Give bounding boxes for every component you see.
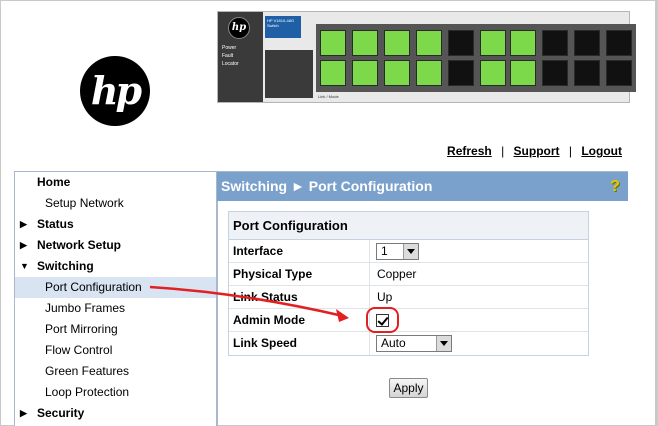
sidebar-item-switching[interactable]: ▼ Switching [15,256,216,277]
switch-controls [265,50,313,98]
sidebar-item-green-features[interactable]: Green Features [15,361,216,382]
interface-label: Interface [233,244,284,258]
expand-arrow-icon: ▶ [20,240,27,250]
sidebar-item-jumbo-frames[interactable]: Jumbo Frames [15,298,216,319]
sidebar-item-loop-protection[interactable]: Loop Protection [15,382,216,403]
logout-link[interactable]: Logout [581,144,622,158]
port [320,60,346,86]
sidebar-item-network-setup[interactable]: ▶ Network Setup [15,235,216,256]
support-link[interactable]: Support [514,144,560,158]
expand-arrow-icon: ▶ [20,219,27,229]
refresh-link[interactable]: Refresh [447,144,492,158]
port [416,30,442,56]
sidebar-item-setup-network[interactable]: Setup Network [15,193,216,214]
admin-mode-label: Admin Mode [233,313,305,327]
link-status-label: Link Status [233,290,298,304]
port [320,30,346,56]
expand-arrow-icon: ▶ [20,408,27,418]
link-separator: | [501,144,505,158]
link-separator: | [568,144,572,158]
port [510,60,536,86]
port-group-right [506,24,636,92]
sidebar-item-flow-control[interactable]: Flow Control [15,340,216,361]
port [448,60,474,86]
link-speed-select[interactable]: Auto [376,335,452,352]
sidebar-nav: Home Setup Network ▶ Status ▶ Network Se… [14,171,217,426]
port [352,30,378,56]
switch-hp-logo: hp [228,17,250,39]
port [416,60,442,86]
apply-button[interactable]: Apply [389,378,428,398]
physical-type-value: Copper [377,267,417,281]
sidebar-item-home[interactable]: Home [15,172,216,193]
sidebar-item-port-mirroring[interactable]: Port Mirroring [15,319,216,340]
physical-type-label: Physical Type [233,267,313,281]
help-icon[interactable]: ? [608,177,622,196]
row-link-status: Link Status Up [229,286,588,309]
port [574,60,600,86]
switch-panel-image: hp Power Fault Locator HP V1810-48G Swit… [217,11,636,103]
port [480,60,506,86]
port [448,30,474,56]
port-group-left [316,24,510,92]
link-status-value: Up [377,290,393,304]
row-physical-type: Physical Type Copper [229,263,588,286]
port [542,30,568,56]
page-title-bar: Switching ► Port Configuration ? [217,171,628,201]
sidebar-item-status[interactable]: ▶ Status [15,214,216,235]
port [574,30,600,56]
port [542,60,568,86]
panel-title: Port Configuration [229,212,588,240]
interface-select[interactable]: 1 [376,243,419,260]
port [352,60,378,86]
sidebar-item-port-configuration[interactable]: Port Configuration [15,277,216,298]
switch-model-label: HP V1810-48G Switch [265,16,301,38]
port [480,30,506,56]
annotation-highlight [366,307,399,333]
port [384,30,410,56]
top-links: Refresh | Support | Logout [447,144,622,158]
switch-leds: Power Fault Locator [222,45,239,67]
sidebar-item-security[interactable]: ▶ Security [15,403,216,424]
chevron-down-icon [436,336,451,351]
switch-panel-left: hp Power Fault Locator [218,12,263,102]
chevron-down-icon [403,244,418,259]
row-admin-mode: Admin Mode [229,309,588,332]
port [384,60,410,86]
switch-legend: Link / Mode [318,94,339,99]
port [606,60,632,86]
hp-logo: hp [80,56,150,126]
port [510,30,536,56]
port [606,30,632,56]
page-title: Switching ► Port Configuration [221,178,433,194]
collapse-arrow-icon: ▼ [20,261,29,271]
link-speed-label: Link Speed [233,336,298,350]
